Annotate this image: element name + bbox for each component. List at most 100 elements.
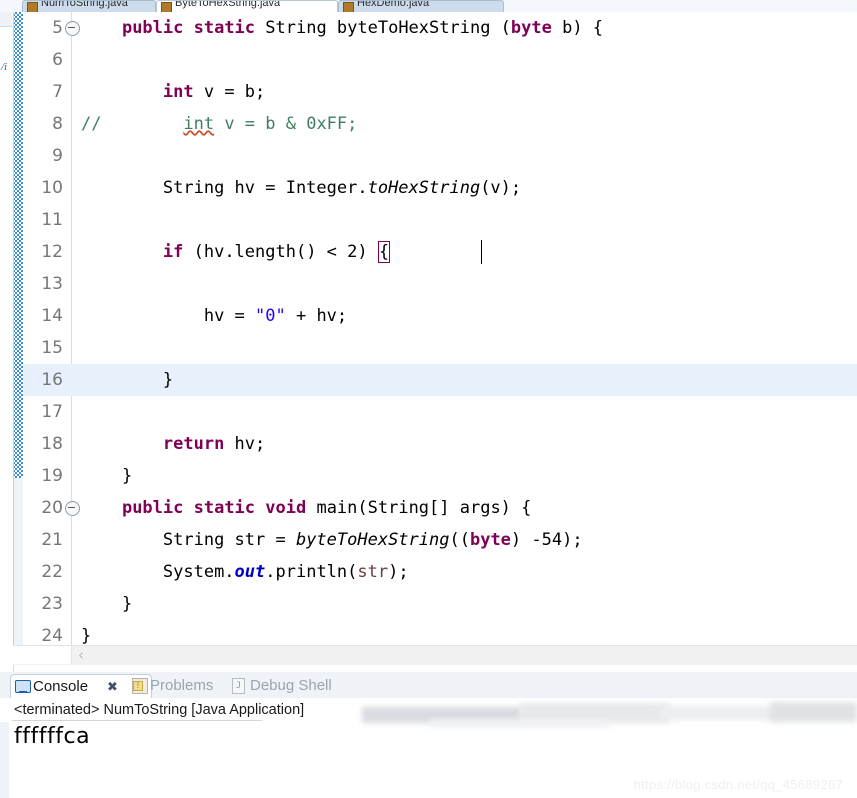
code-token: void: [265, 498, 307, 518]
code-token: out: [234, 562, 266, 582]
code-token: byteToHexString: [295, 530, 450, 550]
code-token: static: [193, 18, 266, 38]
code-line[interactable]: 13: [23, 268, 857, 300]
editor-tab-0[interactable]: NumToString.java: [22, 0, 156, 12]
fold-collapse-icon[interactable]: [65, 21, 80, 36]
java-file-icon: [161, 2, 172, 12]
code-line[interactable]: 9: [23, 140, 857, 172]
code-lines: 5 public static String byteToHexString (…: [23, 12, 857, 645]
code-token: //: [81, 114, 102, 134]
code-line[interactable]: 15: [23, 332, 857, 364]
java-file-icon: [343, 2, 354, 12]
tab-problems-label: Problems: [150, 677, 214, 694]
code-line[interactable]: 19 }: [23, 460, 857, 492]
scroll-left-arrow-icon[interactable]: ‹: [73, 647, 89, 664]
code-line[interactable]: 14 hv = "0" + hv;: [23, 300, 857, 332]
code-line[interactable]: 7 int v = b;: [23, 76, 857, 108]
line-number: 6: [52, 50, 63, 70]
line-number: 8: [52, 114, 63, 134]
line-number: 14: [41, 306, 63, 326]
code-editor[interactable]: 5 public static String byteToHexString (…: [13, 12, 857, 645]
editor-tab-strip: NumToString.java ByteToHexString.java He…: [0, 0, 857, 12]
line-number: 18: [41, 434, 63, 454]
line-number: 15: [41, 338, 63, 358]
code-line[interactable]: 5 public static String byteToHexString (…: [23, 12, 857, 44]
code-token: v = b;: [193, 82, 266, 102]
code-token: b) {: [551, 18, 604, 38]
code-line[interactable]: 20 public static void main(String[] args…: [23, 492, 857, 524]
console-header-rule: [12, 720, 262, 721]
code-line[interactable]: 21 String str = byteToHexString((byte) -…: [23, 524, 857, 556]
code-token: main(String[] args) {: [306, 498, 532, 518]
close-icon[interactable]: ✖: [107, 675, 118, 699]
line-number: 19: [41, 466, 63, 486]
code-line[interactable]: 8 // int v = b & 0xFF;: [23, 108, 857, 140]
code-token: .println(: [265, 562, 358, 582]
code-line[interactable]: 16 }: [23, 364, 857, 396]
outline-view-icon[interactable]: /i: [1, 59, 10, 75]
code-token: }: [121, 466, 133, 486]
code-token: byte: [469, 530, 511, 550]
java-file-icon: [27, 2, 38, 12]
code-token: v = b & 0xFF;: [214, 114, 358, 134]
code-token: byte: [510, 18, 552, 38]
editor-horizontal-scrollbar[interactable]: ‹: [13, 645, 857, 665]
code-line[interactable]: 18 return hv;: [23, 428, 857, 460]
code-token: }: [121, 594, 133, 614]
code-text: }: [81, 364, 173, 396]
code-text: public static String byteToHexString (by…: [81, 12, 603, 44]
code-token: }: [162, 370, 174, 390]
code-text: }: [81, 620, 91, 645]
code-token: if: [162, 242, 184, 262]
tab-console[interactable]: Console ✖: [10, 674, 152, 700]
code-text: hv = "0" + hv;: [81, 300, 347, 332]
code-text: System.out.println(str);: [81, 556, 409, 588]
code-token: return: [162, 434, 225, 454]
left-view-strip: /i: [0, 12, 14, 680]
code-token: );: [388, 562, 409, 582]
code-line[interactable]: 11: [23, 204, 857, 236]
code-token: ((: [449, 530, 470, 550]
redaction-blur: [430, 719, 610, 727]
code-token: String byteToHexString (: [265, 18, 511, 38]
line-number: 23: [41, 594, 63, 614]
editor-tab-2[interactable]: HexDemo.java: [338, 0, 504, 12]
console-gutter: [0, 722, 9, 798]
code-line[interactable]: 6: [23, 44, 857, 76]
code-token: String str =: [162, 530, 296, 550]
code-token: hv;: [224, 434, 266, 454]
code-line[interactable]: 24}: [23, 620, 857, 645]
code-token: static: [193, 498, 266, 518]
line-number: 13: [41, 274, 63, 294]
editor-tab-label: ByteToHexString.java: [175, 0, 281, 9]
left-strip-header: [0, 12, 12, 27]
redaction-blur: [770, 702, 857, 722]
code-text: if (hv.length() < 2) {: [81, 236, 391, 268]
console-output-text: ffffffca: [14, 724, 91, 749]
debug-shell-icon: J: [232, 678, 245, 694]
code-text: return hv;: [81, 428, 265, 460]
annotation-ruler-empty: [13, 478, 23, 645]
line-number: 11: [41, 210, 63, 230]
line-number: 5: [52, 18, 63, 38]
text-caret: [481, 240, 482, 264]
eclipse-ide-window: NumToString.java ByteToHexString.java He…: [0, 0, 857, 798]
annotation-ruler[interactable]: [13, 12, 23, 480]
code-line[interactable]: 22 System.out.println(str);: [23, 556, 857, 588]
fold-collapse-icon[interactable]: [65, 501, 80, 516]
editor-tab-1[interactable]: ByteToHexString.java: [156, 0, 338, 12]
code-line[interactable]: 17: [23, 396, 857, 428]
editor-tab-label: NumToString.java: [41, 0, 128, 9]
code-token: "0": [255, 306, 286, 326]
code-line[interactable]: 10 String hv = Integer.toHexString(v);: [23, 172, 857, 204]
console-launch-label: <terminated> NumToString [Java Applicati…: [14, 702, 305, 718]
line-number: 7: [52, 82, 63, 102]
line-number: 17: [41, 402, 63, 422]
code-line[interactable]: 12 if (hv.length() < 2) {: [23, 236, 857, 268]
code-token: String hv = Integer.: [162, 178, 368, 198]
code-token: int: [183, 114, 215, 134]
line-number: 10: [41, 178, 63, 198]
code-line[interactable]: 23 }: [23, 588, 857, 620]
code-token: ) -54);: [510, 530, 583, 550]
